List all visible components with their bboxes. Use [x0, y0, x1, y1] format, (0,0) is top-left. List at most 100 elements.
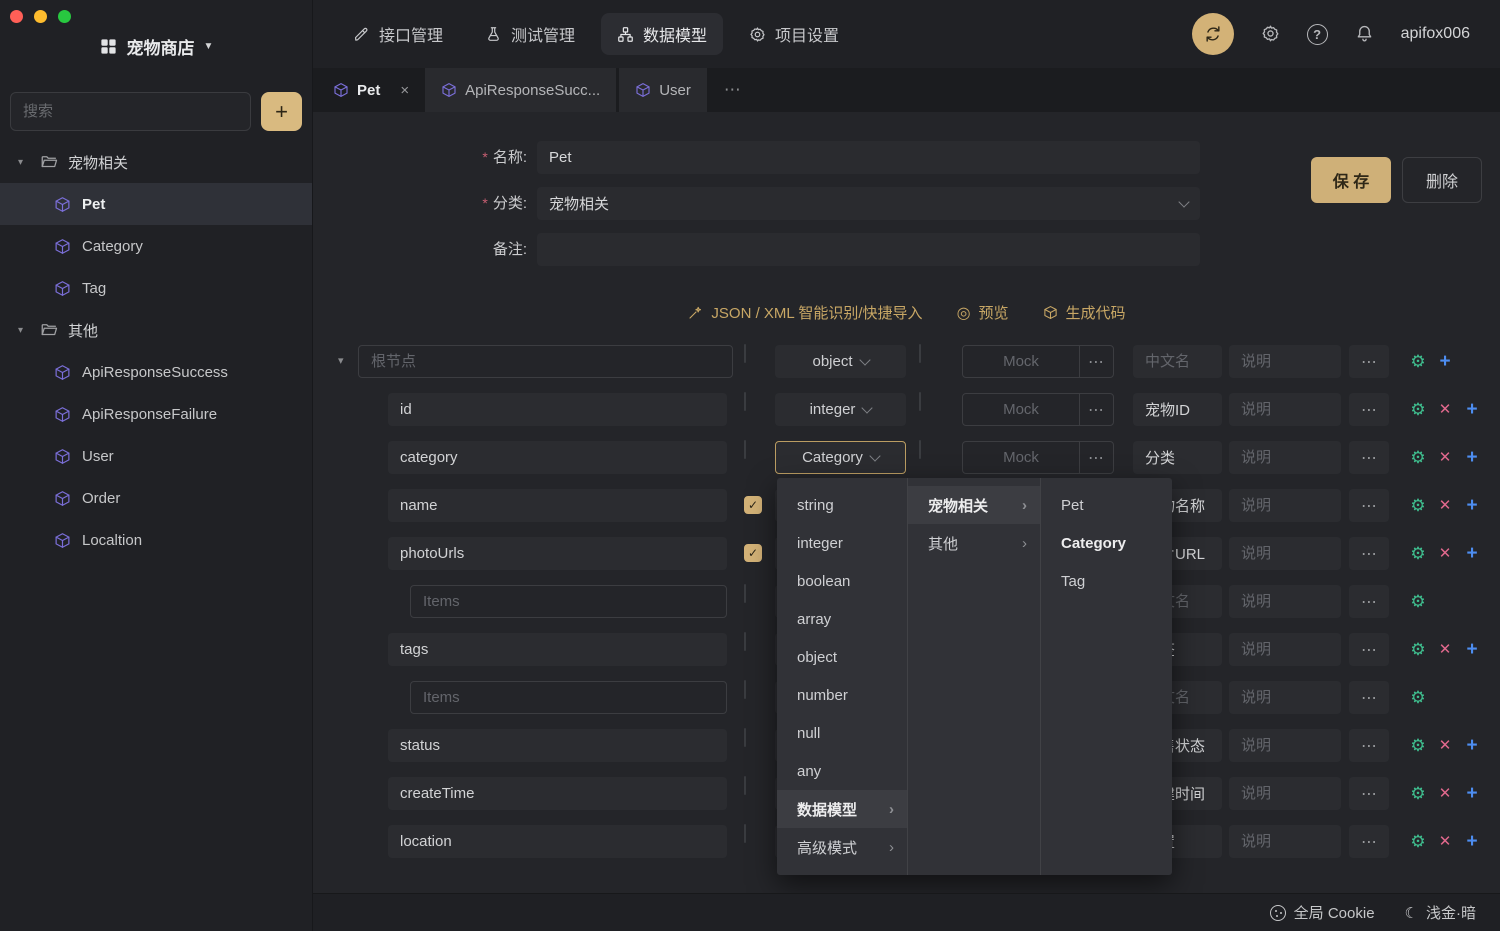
tab-pet[interactable]: Pet × [313, 68, 425, 112]
add-model-button[interactable]: + [261, 92, 302, 131]
model-option-pet[interactable]: Pet [1041, 486, 1172, 524]
required-checkbox[interactable] [744, 728, 746, 747]
row-settings-gear-icon[interactable]: ⚙ [1407, 777, 1429, 810]
type-select-open[interactable]: Category [775, 441, 906, 474]
field-name-input[interactable] [410, 585, 727, 618]
close-window-button[interactable] [10, 10, 23, 23]
field-name-input[interactable] [388, 441, 727, 474]
field-name-input[interactable] [388, 393, 727, 426]
help-button[interactable]: ? [1307, 24, 1328, 45]
theme-switcher[interactable]: ☾ 浅金·暗 [1405, 902, 1476, 923]
row-more-button[interactable]: ⋯ [1349, 345, 1389, 378]
required-checkbox[interactable] [744, 776, 746, 795]
row-add-icon[interactable]: + [1461, 441, 1483, 474]
group-option-other[interactable]: 其他› [908, 524, 1040, 562]
row-add-icon[interactable]: + [1461, 825, 1483, 858]
tab-user[interactable]: User [619, 68, 707, 112]
description-input[interactable] [1229, 825, 1341, 858]
field-name-input[interactable] [388, 825, 727, 858]
row-more-button[interactable]: ⋯ [1349, 489, 1389, 522]
nullable-checkbox[interactable] [919, 392, 921, 411]
row-settings-gear-icon[interactable]: ⚙ [1407, 681, 1429, 714]
row-more-button[interactable]: ⋯ [1349, 633, 1389, 666]
row-delete-icon[interactable]: ✕ [1434, 825, 1456, 858]
mock-field[interactable]: Mock⋯ [962, 345, 1114, 378]
smart-import-link[interactable]: JSON / XML 智能识别/快捷导入 [687, 302, 922, 323]
row-settings-gear-icon[interactable]: ⚙ [1407, 585, 1429, 618]
project-switcher[interactable]: 宠物商店 ▼ [0, 34, 312, 59]
required-checkbox[interactable] [744, 680, 746, 699]
row-delete-icon[interactable]: ✕ [1434, 393, 1456, 426]
collapse-caret-icon[interactable]: ▾ [338, 345, 344, 378]
type-option-advanced-mode[interactable]: 高级模式› [777, 828, 907, 866]
type-option-null[interactable]: null [777, 714, 907, 752]
required-checkbox[interactable] [744, 344, 746, 363]
tab-apiresponsesuccess[interactable]: ApiResponseSucc... [425, 68, 616, 112]
row-more-button[interactable]: ⋯ [1349, 441, 1389, 474]
model-remark-input[interactable] [537, 233, 1200, 266]
row-more-button[interactable]: ⋯ [1349, 537, 1389, 570]
more-tabs-button[interactable]: ⋯ [724, 80, 741, 100]
type-option-boolean[interactable]: boolean [777, 562, 907, 600]
type-select[interactable]: object [775, 345, 906, 378]
model-option-tag[interactable]: Tag [1041, 562, 1172, 600]
row-settings-gear-icon[interactable]: ⚙ [1407, 729, 1429, 762]
field-name-input[interactable] [388, 489, 727, 522]
model-name-input[interactable] [537, 141, 1200, 174]
notifications-button[interactable] [1355, 23, 1374, 45]
zoom-window-button[interactable] [58, 10, 71, 23]
description-input[interactable] [1229, 777, 1341, 810]
row-delete-icon[interactable]: ✕ [1434, 441, 1456, 474]
description-input[interactable] [1229, 393, 1341, 426]
model-category-select[interactable]: 宠物相关 [537, 187, 1200, 220]
field-name-input[interactable] [388, 537, 727, 570]
row-settings-gear-icon[interactable]: ⚙ [1407, 825, 1429, 858]
row-add-icon[interactable]: + [1461, 489, 1483, 522]
tree-item-tag[interactable]: Tag [0, 267, 312, 309]
row-delete-icon[interactable]: ✕ [1434, 777, 1456, 810]
tree-item-order[interactable]: Order [0, 477, 312, 519]
row-settings-gear-icon[interactable]: ⚙ [1407, 441, 1429, 474]
field-name-input[interactable] [358, 345, 733, 378]
tree-item-apiresponsefailure[interactable]: ApiResponseFailure [0, 393, 312, 435]
description-input[interactable] [1229, 633, 1341, 666]
delete-button[interactable]: 删除 [1402, 157, 1482, 203]
group-option-pets[interactable]: 宠物相关› [908, 486, 1040, 524]
mock-field[interactable]: Mock⋯ [962, 393, 1114, 426]
minimize-window-button[interactable] [34, 10, 47, 23]
type-option-array[interactable]: array [777, 600, 907, 638]
type-select[interactable]: integer [775, 393, 906, 426]
sync-button[interactable] [1192, 13, 1234, 55]
nullable-checkbox[interactable] [919, 440, 921, 459]
generate-code-link[interactable]: 生成代码 [1043, 302, 1126, 323]
nullable-checkbox[interactable] [919, 344, 921, 363]
mock-more-button[interactable]: ⋯ [1079, 394, 1113, 425]
mock-field[interactable]: Mock⋯ [962, 441, 1114, 474]
description-input[interactable] [1229, 441, 1341, 474]
nav-api-management[interactable]: 接口管理 [337, 13, 459, 55]
field-name-input[interactable] [388, 633, 727, 666]
search-input[interactable] [10, 92, 251, 131]
description-input[interactable] [1229, 489, 1341, 522]
row-more-button[interactable]: ⋯ [1349, 585, 1389, 618]
preview-link[interactable]: ◎ 预览 [957, 302, 1009, 323]
type-option-object[interactable]: object [777, 638, 907, 676]
cn-name-input[interactable] [1133, 345, 1222, 378]
type-option-string[interactable]: string [777, 486, 907, 524]
type-option-data-model[interactable]: 数据模型› [777, 790, 907, 828]
type-option-number[interactable]: number [777, 676, 907, 714]
mock-more-button[interactable]: ⋯ [1079, 346, 1113, 377]
required-checkbox-checked[interactable] [744, 544, 762, 562]
tree-group-pets[interactable]: ▾ 宠物相关 [0, 141, 312, 183]
row-more-button[interactable]: ⋯ [1349, 729, 1389, 762]
row-delete-icon[interactable]: ✕ [1434, 729, 1456, 762]
settings-gear-button[interactable] [1261, 23, 1280, 45]
row-add-icon[interactable]: + [1461, 633, 1483, 666]
type-option-integer[interactable]: integer [777, 524, 907, 562]
description-input[interactable] [1229, 345, 1341, 378]
row-delete-icon[interactable]: ✕ [1434, 633, 1456, 666]
tree-group-other[interactable]: ▾ 其他 [0, 309, 312, 351]
row-add-icon[interactable]: + [1461, 777, 1483, 810]
field-name-input[interactable] [388, 729, 727, 762]
row-more-button[interactable]: ⋯ [1349, 777, 1389, 810]
